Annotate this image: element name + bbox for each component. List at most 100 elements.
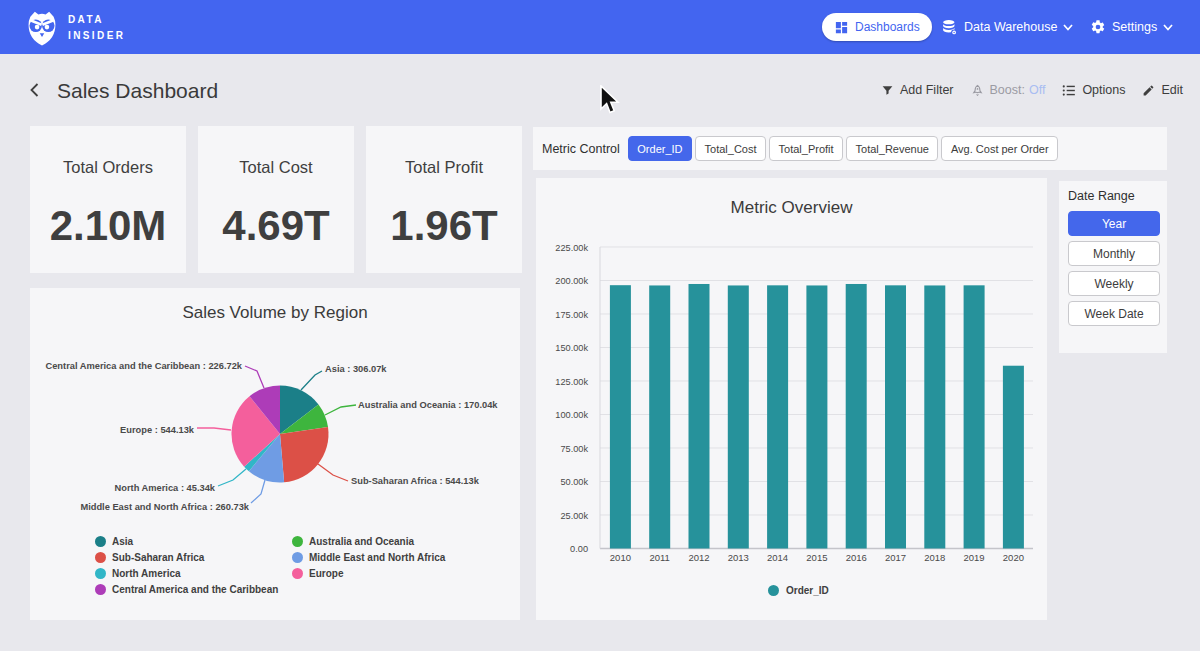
kpi-label: Total Orders — [30, 158, 186, 177]
database-icon — [941, 19, 958, 36]
pie-callout-line-asia — [301, 371, 322, 390]
bar-2016[interactable] — [846, 284, 867, 549]
mouse-cursor — [599, 85, 621, 117]
bar-2018[interactable] — [924, 285, 945, 548]
edit-button[interactable]: Edit — [1161, 83, 1183, 97]
bar-chart-legend: Order_ID — [768, 585, 829, 596]
y-tick-label: 100.00k — [555, 410, 588, 420]
pie-label-europe: Europe : 544.13k — [120, 425, 194, 436]
boost-label: Boost: — [990, 83, 1025, 97]
pie-callout-line-sub-saharan-africa — [318, 464, 348, 481]
y-tick-label: 200.00k — [555, 276, 588, 286]
bar-2013[interactable] — [728, 285, 749, 548]
metric-button-total-revenue[interactable]: Total_Revenue — [846, 136, 938, 161]
data-warehouse-label: Data Warehouse — [964, 20, 1057, 34]
brand-name: DATA INSIDER — [68, 12, 125, 43]
kpi-value: 2.10M — [30, 202, 186, 250]
pie-label-sub-saharan-africa: Sub-Saharan Africa : 544.13k — [351, 476, 479, 487]
y-tick-label: 225.00k — [555, 243, 588, 253]
gear-icon — [1090, 19, 1106, 35]
legend-item-north-america[interactable]: North America — [95, 565, 278, 581]
kpi-card-total-orders: Total Orders 2.10M — [30, 126, 186, 273]
kpi-card-total-profit: Total Profit 1.96T — [366, 126, 522, 273]
y-tick-label: 125.00k — [555, 377, 588, 387]
pie-chart-card: Sales Volume by Region Asia : 306.07kAus… — [30, 288, 520, 620]
pie-slice-sub-saharan-africa[interactable] — [280, 427, 329, 482]
dashboards-button[interactable]: Dashboards — [822, 13, 932, 41]
x-tick-label-2018: 2018 — [924, 552, 945, 563]
legend-label: Central America and the Caribbean — [112, 584, 278, 595]
pie-callout-line-north-america — [218, 469, 246, 486]
x-tick-label-2017: 2017 — [885, 552, 906, 563]
app-root: DATA INSIDER Dashboards Data Warehouse — [0, 0, 1200, 651]
kpi-label: Total Cost — [198, 158, 354, 177]
x-tick-label-2011: 2011 — [649, 552, 669, 563]
pie-callout-line-australia-and-oceania — [325, 405, 356, 415]
chevron-down-icon — [1063, 24, 1073, 31]
page-title: Sales Dashboard — [57, 79, 218, 103]
date-range-monthly-button[interactable]: Monthly — [1068, 241, 1160, 266]
options-button[interactable]: Options — [1082, 83, 1125, 97]
pie-callout-line-middle-east-and-north-africa — [251, 480, 265, 503]
legend-dot — [95, 552, 106, 563]
date-range-weekly-button[interactable]: Weekly — [1068, 271, 1160, 296]
add-filter-button[interactable]: Add Filter — [900, 83, 954, 97]
bar-2017[interactable] — [885, 285, 906, 548]
metric-button-order-id[interactable]: Order_ID — [628, 136, 692, 161]
legend-dot — [292, 568, 303, 579]
bar-2011[interactable] — [649, 285, 670, 548]
pie-label-central-america-and-the-caribbean: Central America and the Caribbean : 226.… — [45, 361, 242, 372]
filter-icon — [881, 84, 894, 97]
date-range-week-date-button[interactable]: Week Date — [1068, 301, 1160, 326]
x-tick-label-2012: 2012 — [688, 552, 709, 563]
x-tick-label-2013: 2013 — [728, 552, 749, 563]
legend-label: Asia — [112, 536, 133, 547]
y-tick-label: 50.00k — [560, 477, 588, 487]
back-button[interactable] — [26, 81, 44, 99]
bar-2014[interactable] — [767, 285, 788, 548]
legend-label: Middle East and North Africa — [309, 552, 445, 563]
bar-2010[interactable] — [610, 285, 631, 548]
top-navbar: DATA INSIDER Dashboards Data Warehouse — [0, 0, 1200, 54]
y-tick-label: 150.00k — [555, 343, 588, 353]
bar-2015[interactable] — [806, 285, 827, 548]
x-tick-label-2016: 2016 — [846, 552, 867, 563]
metric-button-total-cost[interactable]: Total_Cost — [695, 136, 766, 161]
data-warehouse-menu[interactable]: Data Warehouse — [941, 0, 1073, 54]
x-tick-label-2019: 2019 — [964, 552, 985, 563]
legend-item-middle-east-and-north-africa[interactable]: Middle East and North Africa — [292, 549, 445, 565]
bar-2012[interactable] — [689, 284, 710, 549]
date-range-year-button[interactable]: Year — [1068, 211, 1160, 236]
bar-2020[interactable] — [1003, 366, 1024, 549]
legend-item-central-america-and-the-caribbean[interactable]: Central America and the Caribbean — [95, 581, 278, 597]
date-range-label: Date Range — [1068, 189, 1167, 203]
pie-label-australia-and-oceania: Australia and Oceania : 170.04k — [358, 400, 498, 411]
pie-legend-column-2: Australia and Oceania Middle East and Nor… — [292, 533, 445, 581]
boost-value[interactable]: Off — [1029, 83, 1045, 97]
settings-menu[interactable]: Settings — [1090, 0, 1173, 54]
pie-legend-column-1: Asia Sub-Saharan Africa North America Centr… — [95, 533, 278, 597]
legend-item-europe[interactable]: Europe — [292, 565, 445, 581]
y-tick-label: 25.00k — [560, 511, 588, 521]
x-tick-label-2020: 2020 — [1003, 552, 1024, 563]
metric-button-avg-cost-per-order[interactable]: Avg. Cost per Order — [941, 136, 1058, 161]
pie-callout-line-europe — [197, 428, 231, 430]
brand-logo[interactable]: DATA INSIDER — [25, 9, 125, 46]
metric-button-total-profit[interactable]: Total_Profit — [769, 136, 843, 161]
legend-item-sub-saharan-africa[interactable]: Sub-Saharan Africa — [95, 549, 278, 565]
pie-label-north-america: North America : 45.34k — [115, 483, 215, 494]
x-tick-label-2015: 2015 — [806, 552, 827, 563]
pie-callout-line-central-america-and-the-caribbean — [245, 366, 264, 388]
metric-control-label: Metric Control — [542, 142, 620, 156]
legend-label: Sub-Saharan Africa — [112, 552, 204, 563]
chevron-down-icon — [1163, 24, 1173, 31]
legend-item-asia[interactable]: Asia — [95, 533, 278, 549]
header-actions: Add Filter Boost: Off Options Edit — [881, 83, 1183, 97]
bar-chart: 225.00k200.00k175.00k150.00k125.00k100.0… — [536, 178, 1047, 620]
kpi-label: Total Profit — [366, 158, 522, 177]
legend-item-australia-and-oceania[interactable]: Australia and Oceania — [292, 533, 445, 549]
bar-chart-card: Metric Overview 225.00k200.00k175.00k150… — [536, 178, 1047, 620]
bar-2019[interactable] — [964, 285, 985, 548]
y-tick-label: 75.00k — [560, 444, 588, 454]
x-tick-label-2010: 2010 — [610, 552, 631, 563]
